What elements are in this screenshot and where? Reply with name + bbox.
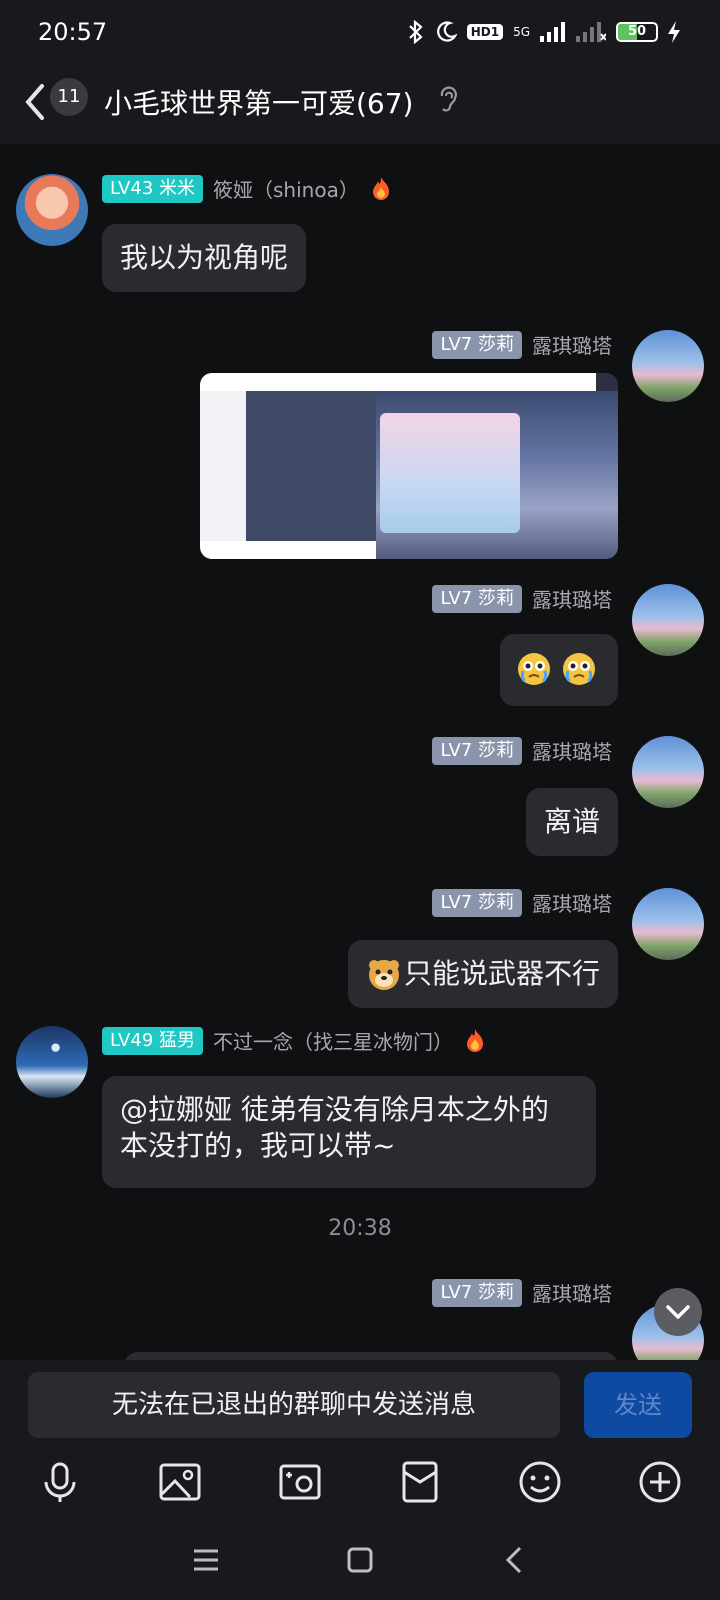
sender-meta: LV43 米米 筱娅（shinoa） (102, 174, 393, 203)
hd-badge: HD1 (466, 24, 504, 40)
system-nav-bar (0, 1520, 720, 1600)
screenshot-chat-list (246, 391, 376, 541)
bluetooth-icon (408, 20, 423, 44)
sender-nickname[interactable]: 筱娅（shinoa） (213, 174, 359, 203)
avatar[interactable] (632, 736, 704, 808)
avatar[interactable] (16, 174, 88, 246)
level-text: LV49 (110, 1029, 154, 1051)
sender-meta: LV7 莎莉 露琪璐塔 (432, 584, 612, 613)
chat-message-list[interactable]: LV43 米米 筱娅（shinoa） 我以为视角呢 LV7 莎莉 露琪璐塔 LV… (0, 144, 720, 1360)
screenshot-sidebar (200, 391, 246, 541)
message-bubble-partial[interactable] (124, 1352, 618, 1360)
menu-icon[interactable] (188, 1542, 224, 1578)
signal-icon (540, 22, 565, 42)
network-label: 5G (513, 25, 530, 39)
level-badge[interactable]: LV49 猛男 (102, 1026, 204, 1055)
emoji-message-bubble[interactable] (500, 634, 618, 706)
sender-nickname[interactable]: 露琪璐塔 (532, 736, 612, 765)
photo-icon[interactable] (158, 1460, 202, 1504)
sender-meta: LV7 莎莉 露琪璐塔 (432, 736, 612, 765)
sender-nickname[interactable]: 露琪璐塔 (532, 888, 612, 917)
chat-header: 11 小毛球世界第一可爱(67) (0, 66, 720, 144)
message-bubble[interactable]: 离谱 (525, 788, 618, 856)
message-text-line: 本没打的，我可以带~ (120, 1129, 396, 1162)
back-nav-icon[interactable] (498, 1542, 534, 1578)
status-time: 20:57 (38, 18, 108, 46)
level-text: LV43 (110, 177, 154, 199)
level-title: 米米 (159, 177, 196, 199)
level-title: 猛男 (159, 1029, 196, 1051)
message-bubble[interactable]: @拉娜娅 徒弟有没有除月本之外的 本没打的，我可以带~ (102, 1076, 596, 1188)
charging-icon (668, 21, 680, 43)
level-badge[interactable]: LV7 莎莉 (432, 584, 522, 613)
camera-icon[interactable] (278, 1460, 322, 1504)
sender-meta: LV7 莎莉 露琪璐塔 (432, 888, 612, 917)
image-message[interactable] (200, 373, 618, 559)
screenshot-keyboard (380, 413, 520, 533)
level-text: LV7 (440, 587, 473, 609)
message-bubble[interactable]: 只能说武器不行 (347, 940, 618, 1008)
ear-icon[interactable] (436, 84, 460, 114)
status-icons: HD1 5G 50 (407, 20, 680, 44)
signal-weak-icon (576, 22, 606, 42)
crying-face-emoji-icon (518, 653, 550, 685)
screenshot-input-bar (200, 541, 376, 559)
avatar[interactable] (16, 1026, 88, 1098)
level-badge[interactable]: LV7 莎莉 (432, 736, 522, 765)
level-text: LV7 (440, 891, 473, 913)
fire-icon (372, 176, 389, 200)
send-button[interactable]: 发送 (584, 1372, 692, 1438)
level-text: LV7 (440, 333, 473, 355)
message-bubble[interactable]: 我以为视角呢 (102, 224, 307, 292)
sender-nickname[interactable]: 露琪璐塔 (532, 584, 612, 613)
level-text: LV7 (440, 1281, 473, 1303)
avatar[interactable] (632, 584, 704, 656)
level-title: 莎莉 (478, 587, 514, 609)
sender-meta: LV49 猛男 不过一念（找三星冰物门） (102, 1026, 487, 1055)
status-bar: 20:57 HD1 5G 50 (0, 0, 720, 66)
level-title: 莎莉 (478, 1281, 514, 1303)
sender-meta: LV7 莎莉 露琪璐塔 (432, 1278, 612, 1307)
battery-icon: 50 (616, 22, 658, 42)
avatar[interactable] (632, 888, 704, 960)
back-icon[interactable] (20, 80, 50, 124)
sender-nickname[interactable]: 露琪璐塔 (532, 1278, 612, 1307)
plus-icon[interactable] (638, 1460, 682, 1504)
unread-count-badge[interactable]: 11 (50, 78, 88, 116)
message-text-line: @拉娜娅 徒弟有没有除月本之外的 (120, 1093, 549, 1126)
level-title: 莎莉 (478, 333, 514, 355)
avatar[interactable] (632, 330, 704, 402)
microphone-icon[interactable] (38, 1460, 82, 1504)
home-icon[interactable] (342, 1542, 378, 1578)
message-text: 只能说武器不行 (403, 957, 600, 990)
timestamp: 20:38 (328, 1216, 392, 1241)
sender-nickname[interactable]: 露琪璐塔 (532, 330, 612, 359)
fire-icon (467, 1028, 484, 1052)
level-text: LV7 (440, 739, 473, 761)
level-badge[interactable]: LV7 莎莉 (432, 330, 522, 359)
sender-nickname[interactable]: 不过一念（找三星冰物门） (213, 1026, 453, 1055)
level-badge[interactable]: LV43 米米 (102, 174, 204, 203)
message-input[interactable]: 无法在已退出的群聊中发送消息 (28, 1372, 560, 1438)
level-badge[interactable]: LV7 莎莉 (432, 1278, 522, 1307)
battery-level: 50 (627, 24, 647, 39)
level-title: 莎莉 (478, 891, 514, 913)
red-packet-icon[interactable] (398, 1460, 442, 1504)
input-area: 无法在已退出的群聊中发送消息 发送 (0, 1360, 720, 1520)
level-title: 莎莉 (478, 739, 514, 761)
screenshot-topbar (200, 373, 596, 391)
chevron-down-icon (666, 1305, 690, 1319)
crying-face-emoji-icon (562, 653, 595, 685)
scroll-to-bottom-button[interactable] (654, 1288, 702, 1336)
level-badge[interactable]: LV7 莎莉 (432, 888, 522, 917)
bear-face-emoji-icon (368, 960, 399, 990)
sender-meta: LV7 莎莉 露琪璐塔 (432, 330, 612, 359)
emoji-icon[interactable] (518, 1460, 562, 1504)
group-title[interactable]: 小毛球世界第一可爱(67) (104, 82, 413, 122)
moon-icon (436, 21, 457, 42)
